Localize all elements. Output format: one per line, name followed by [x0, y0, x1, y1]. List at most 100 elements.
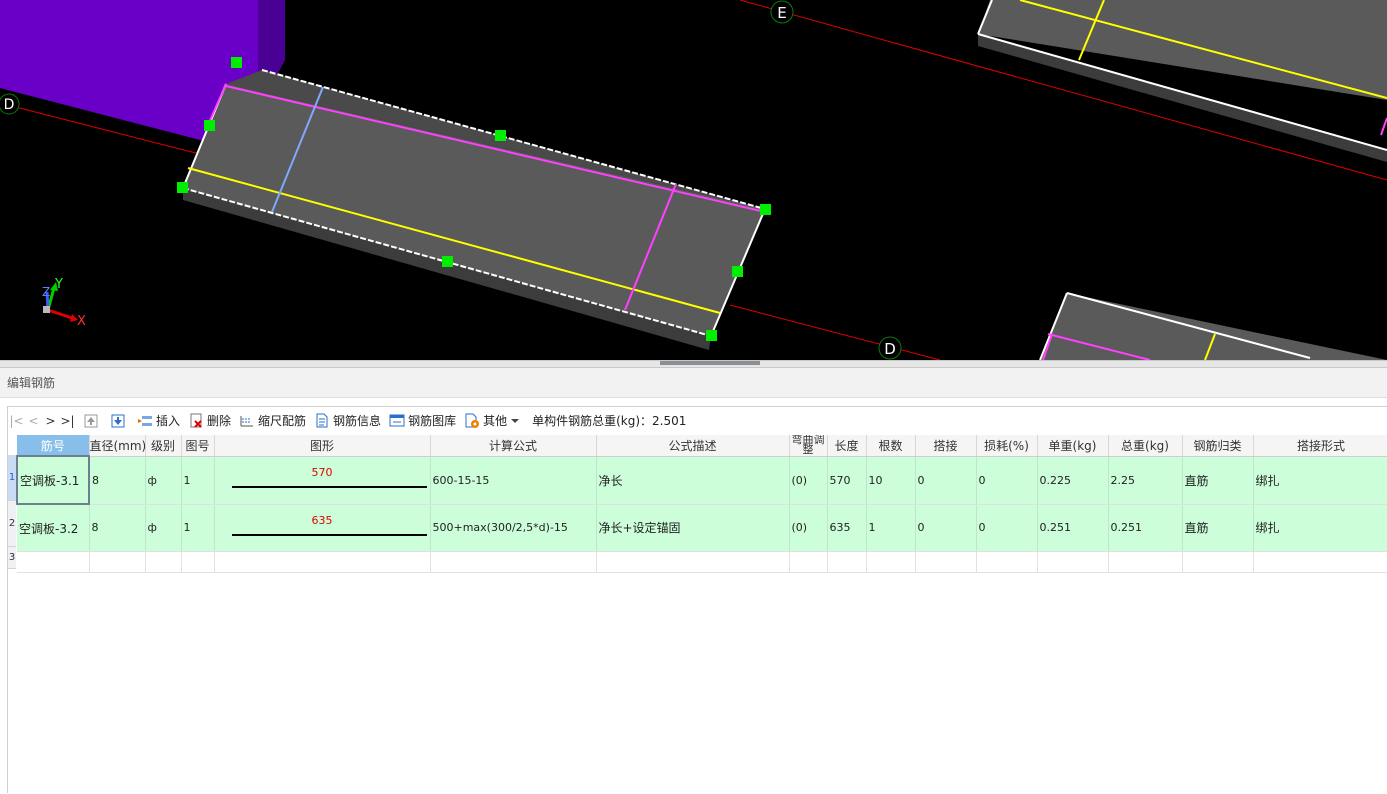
cell-empty[interactable] — [1182, 551, 1254, 573]
cell-empty[interactable] — [430, 551, 597, 573]
insert-button[interactable]: 插入 — [136, 410, 181, 432]
col-header-diameter[interactable]: 直径(mm) — [89, 435, 146, 457]
cell-diameter[interactable]: 8 — [89, 456, 146, 505]
cell-empty[interactable] — [827, 551, 867, 573]
cell-lap[interactable]: 0 — [915, 456, 977, 505]
col-header-total-weight[interactable]: 总重(kg) — [1108, 435, 1183, 457]
model-canvas[interactable]: D E D X Y Z — [0, 0, 1387, 360]
row-number[interactable]: 1 — [8, 455, 16, 501]
cell-length[interactable]: 635 — [827, 504, 867, 552]
delete-button[interactable]: 删除 — [187, 410, 232, 432]
move-down-button[interactable] — [109, 410, 130, 432]
rebar-info-button[interactable]: 钢筋信息 — [313, 410, 382, 432]
table-row[interactable]: 空调板-3.1 8 ф 1 570 600-15-15 净长 (0) 570 1… — [16, 455, 1387, 505]
cell-bar-no[interactable]: 空调板-3.1 — [16, 455, 90, 505]
grip-handle[interactable] — [706, 330, 717, 341]
grip-handle[interactable] — [204, 120, 215, 131]
col-header-category[interactable]: 钢筋归类 — [1182, 435, 1254, 457]
nav-next-button[interactable]: > — [42, 414, 59, 428]
cell-category[interactable]: 直筋 — [1182, 504, 1254, 552]
grip-handle[interactable] — [442, 256, 453, 267]
cell-formula[interactable]: 500+max(300/2,5*d)-15 — [430, 504, 597, 552]
cell-bar-no[interactable]: 空调板-3.2 — [17, 504, 90, 552]
col-header-shape[interactable]: 图形 — [214, 435, 431, 457]
col-header-length[interactable]: 长度 — [827, 435, 867, 457]
cell-diameter[interactable]: 8 — [89, 504, 146, 552]
col-header-count[interactable]: 根数 — [866, 435, 916, 457]
cell-empty[interactable] — [976, 551, 1038, 573]
col-header-lap-type[interactable]: 搭接形式 — [1253, 435, 1387, 457]
other-dropdown-button[interactable]: 其他 — [463, 410, 524, 432]
grip-handle[interactable] — [177, 182, 188, 193]
col-header-bend[interactable]: 弯曲调整 — [789, 435, 828, 457]
cell-empty[interactable] — [915, 551, 977, 573]
cell-description[interactable]: 净长+设定锚固 — [596, 504, 790, 552]
nav-prev-button[interactable]: < — [25, 414, 42, 428]
grip-handle[interactable] — [231, 57, 242, 68]
grip-handle[interactable] — [732, 266, 743, 277]
cell-total-weight[interactable]: 2.25 — [1108, 456, 1183, 505]
slab[interactable] — [1040, 293, 1387, 360]
rebar-library-button[interactable]: 钢筋图库 — [388, 410, 457, 432]
cell-description[interactable]: 净长 — [596, 456, 790, 505]
cell-empty[interactable] — [596, 551, 790, 573]
3d-viewport[interactable]: D E D X Y Z — [0, 0, 1387, 360]
cell-bend[interactable]: (0) — [789, 504, 828, 552]
cell-empty[interactable] — [181, 551, 215, 573]
cell-empty[interactable] — [145, 551, 182, 573]
table-row[interactable]: 空调板-3.2 8 ф 1 635 500+max(300/2,5*d)-15 … — [17, 504, 1387, 552]
nav-first-button[interactable]: |< — [8, 414, 25, 428]
cell-formula[interactable]: 600-15-15 — [430, 456, 597, 505]
col-header-bar-no[interactable]: 筋号 — [17, 435, 90, 457]
cell-grade[interactable]: ф — [145, 456, 182, 505]
rebar-line-magenta[interactable] — [1380, 117, 1387, 136]
row-number[interactable]: 2 — [8, 501, 16, 547]
z-axis-label: Z — [42, 285, 50, 299]
cell-empty[interactable] — [1108, 551, 1183, 573]
col-header-shape-no[interactable]: 图号 — [181, 435, 215, 457]
scale-rebar-button[interactable]: 缩尺配筋 — [238, 410, 307, 432]
cell-empty[interactable] — [89, 551, 146, 573]
col-header-grade[interactable]: 级别 — [145, 435, 182, 457]
row-number[interactable]: 3 — [8, 547, 16, 569]
cell-total-weight[interactable]: 0.251 — [1108, 504, 1183, 552]
col-header-formula[interactable]: 计算公式 — [430, 435, 597, 457]
cell-empty[interactable] — [214, 551, 431, 573]
cell-shape[interactable]: 635 — [214, 504, 431, 552]
cell-unit-weight[interactable]: 0.225 — [1037, 456, 1109, 505]
cell-loss[interactable]: 0 — [976, 504, 1038, 552]
grip-handle[interactable] — [760, 204, 771, 215]
nav-last-button[interactable]: >| — [59, 414, 76, 428]
cell-grade[interactable]: ф — [145, 504, 182, 552]
cell-count[interactable]: 10 — [866, 456, 916, 505]
cell-shape[interactable]: 570 — [214, 456, 431, 505]
cell-lap-type[interactable]: 绑扎 — [1253, 456, 1387, 505]
selected-slab[interactable] — [183, 84, 765, 336]
splitter-grip[interactable] — [660, 361, 760, 365]
cell-shape-no[interactable]: 1 — [181, 504, 215, 552]
cell-empty[interactable] — [1253, 551, 1387, 573]
col-header-description[interactable]: 公式描述 — [596, 435, 790, 457]
col-header-lap[interactable]: 搭接 — [915, 435, 977, 457]
cell-lap-type[interactable]: 绑扎 — [1253, 504, 1387, 552]
cell-bend[interactable]: (0) — [789, 456, 828, 505]
col-header-loss[interactable]: 损耗(%) — [976, 435, 1038, 457]
cell-lap[interactable]: 0 — [915, 504, 977, 552]
cell-empty[interactable] — [17, 551, 90, 573]
cell-category[interactable]: 直筋 — [1182, 456, 1254, 505]
cell-empty[interactable] — [789, 551, 828, 573]
cell-loss[interactable]: 0 — [976, 456, 1038, 505]
cell-unit-weight[interactable]: 0.251 — [1037, 504, 1109, 552]
cell-shape-no[interactable]: 1 — [181, 456, 215, 505]
panel-splitter[interactable] — [0, 360, 1387, 368]
table-row-empty[interactable] — [17, 551, 1387, 573]
cell-count[interactable]: 1 — [866, 504, 916, 552]
grip-handle[interactable] — [495, 130, 506, 141]
cell-empty[interactable] — [1037, 551, 1109, 573]
cell-length[interactable]: 570 — [827, 456, 867, 505]
scale-rebar-icon — [239, 413, 255, 429]
move-up-button[interactable] — [82, 410, 103, 432]
cell-empty[interactable] — [866, 551, 916, 573]
x-axis-arrow — [47, 308, 73, 320]
col-header-unit-weight[interactable]: 单重(kg) — [1037, 435, 1109, 457]
